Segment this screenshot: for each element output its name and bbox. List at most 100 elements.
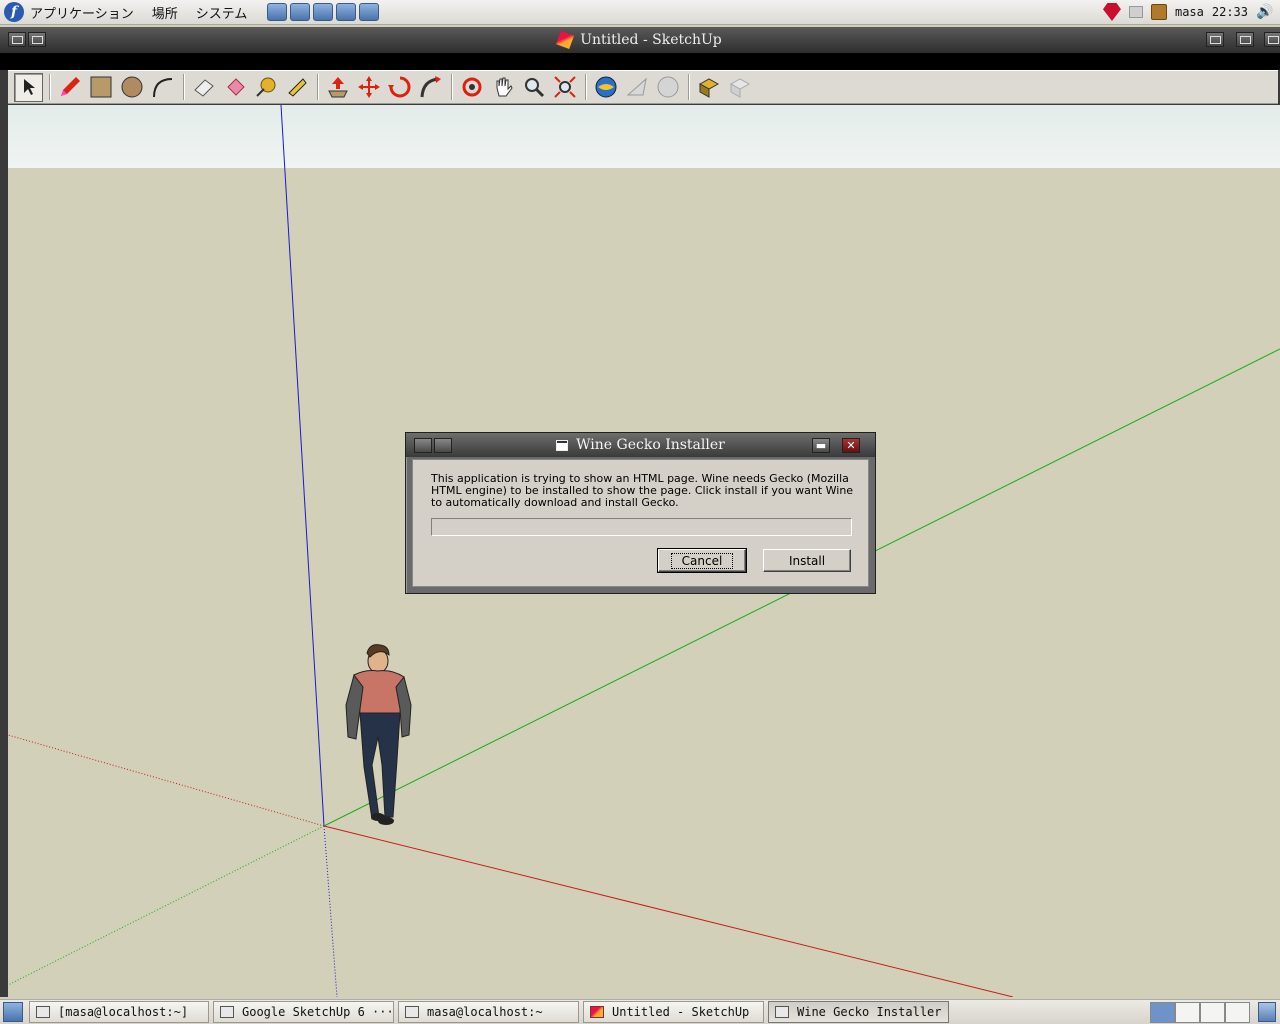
workspace-switcher (1150, 1001, 1250, 1023)
dimension-tool-icon[interactable] (282, 73, 311, 102)
trash-icon[interactable] (1258, 1002, 1276, 1022)
task-terminal-2[interactable]: masa@localhost:~ (398, 1001, 579, 1023)
window-titlebar[interactable]: Untitled - SketchUp (0, 27, 1280, 53)
toolbar-separator (451, 74, 453, 100)
components-icon[interactable] (694, 73, 723, 102)
share-component-icon[interactable] (653, 73, 682, 102)
toolbar-separator (317, 74, 319, 100)
get-models-icon[interactable] (591, 73, 620, 102)
window-shade-button[interactable] (28, 32, 46, 47)
scale-figure-person[interactable] (345, 644, 412, 825)
push-pull-tool-icon[interactable] (323, 73, 352, 102)
move-tool-icon[interactable] (354, 73, 383, 102)
show-desktop-icon[interactable] (3, 1002, 23, 1022)
mail-launcher-icon[interactable] (290, 3, 311, 21)
paint-bucket-tool-icon[interactable] (220, 73, 249, 102)
workspace-4[interactable] (1225, 1001, 1250, 1023)
dialog-close-button[interactable]: ✕ (842, 438, 860, 453)
rectangle-tool-icon[interactable] (86, 73, 115, 102)
browser-launcher-icon[interactable] (267, 3, 288, 21)
toolbar-separator (49, 74, 51, 100)
main-toolbar (8, 70, 1278, 104)
task-gecko-installer[interactable]: Wine Gecko Installer (768, 1001, 949, 1023)
volume-icon[interactable]: 🔊 (1256, 4, 1274, 20)
window-maximize-button[interactable] (1236, 32, 1254, 47)
circle-tool-icon[interactable] (117, 73, 146, 102)
cancel-label: Cancel (670, 552, 734, 569)
green-axis-negative (8, 825, 325, 986)
toolbar-separator (585, 74, 587, 100)
task-label: Untitled - SketchUp (612, 1005, 750, 1019)
arc-tool-icon[interactable] (148, 73, 177, 102)
select-tool-icon[interactable] (14, 72, 43, 102)
install-button[interactable]: Install (763, 549, 851, 572)
red-axis-line (323, 825, 1014, 997)
follow-me-tool-icon[interactable] (416, 73, 445, 102)
presentation-launcher-icon[interactable] (336, 3, 357, 21)
workspace-2[interactable] (1175, 1001, 1200, 1023)
toolbar-separator (688, 74, 690, 100)
drawing-launcher-icon[interactable] (359, 3, 380, 21)
task-label: [masa@localhost:~] (58, 1005, 189, 1019)
blue-axis-negative (323, 825, 338, 997)
install-label: Install (788, 553, 826, 568)
window-icon (220, 1006, 234, 1018)
window-icon (775, 1006, 789, 1018)
rotate-tool-icon[interactable] (385, 73, 414, 102)
window-minimize-button[interactable] (1206, 32, 1224, 47)
window-menu-button[interactable] (8, 32, 26, 47)
panel-clock[interactable]: 22:33 (1212, 5, 1248, 19)
tape-measure-tool-icon[interactable] (251, 73, 280, 102)
menu-places[interactable]: 場所 (152, 3, 178, 22)
bottom-taskbar: [masa@localhost:~] Google SketchUp 6 ···… (0, 999, 1280, 1024)
menu-system[interactable]: システム (196, 3, 248, 22)
keyboard-icon[interactable] (1128, 6, 1143, 18)
task-sketchup-installer[interactable]: Google SketchUp 6 ··· (213, 1001, 394, 1023)
eraser-tool-icon[interactable] (189, 73, 218, 102)
pencil-tool-icon[interactable] (55, 73, 84, 102)
task-terminal-1[interactable]: [masa@localhost:~] (29, 1001, 209, 1023)
dialog-minimize-button[interactable]: ▬ (812, 438, 830, 453)
toolbar-separator (183, 74, 185, 100)
task-label: Wine Gecko Installer (797, 1005, 942, 1019)
pan-tool-icon[interactable] (488, 73, 517, 102)
zoom-tool-icon[interactable] (519, 73, 548, 102)
ruby-icon[interactable] (1102, 3, 1121, 21)
workspace-3[interactable] (1200, 1001, 1225, 1023)
top-panel: f アプリケーション 場所 システム masa 22:33 🔊 (0, 0, 1280, 25)
panel-tray: masa 22:33 🔊 (1102, 3, 1274, 21)
menu-bar (0, 53, 1280, 70)
red-axis-negative (8, 734, 325, 827)
dialog-message: This application is trying to show an HT… (431, 472, 854, 509)
share-model-icon[interactable] (622, 73, 651, 102)
wine-gecko-dialog: Wine Gecko Installer ▬ ✕ This applicatio… (405, 432, 876, 594)
dialog-body: This application is trying to show an HT… (412, 459, 869, 587)
terminal-icon (405, 1006, 419, 1018)
panel-user[interactable]: masa (1175, 5, 1204, 19)
cancel-button[interactable]: Cancel (657, 548, 747, 573)
terminal-icon (36, 1006, 50, 1018)
panel-launchers (267, 3, 380, 21)
task-label: Google SketchUp 6 ··· (242, 1005, 394, 1019)
dialog-menu-button[interactable] (414, 438, 432, 453)
orbit-tool-icon[interactable] (457, 73, 486, 102)
warehouse-icon[interactable] (725, 73, 754, 102)
office-launcher-icon[interactable] (313, 3, 334, 21)
dialog-title: Wine Gecko Installer (576, 437, 725, 453)
download-progress-bar (431, 518, 852, 536)
sketchup-pencil-icon (590, 1006, 604, 1018)
workspace-1[interactable] (1150, 1001, 1175, 1023)
dialog-shade-button[interactable] (434, 438, 452, 453)
package-updater-icon[interactable] (1150, 4, 1167, 20)
sketchup-pencil-icon (556, 31, 575, 49)
window-title: Untitled - SketchUp (580, 32, 722, 48)
menu-applications[interactable]: アプリケーション (30, 3, 134, 22)
task-label: masa@localhost:~ (427, 1005, 543, 1019)
fedora-logo-icon[interactable]: f (4, 2, 24, 22)
window-close-button[interactable] (1264, 32, 1280, 47)
dialog-window-icon (556, 439, 569, 451)
dialog-titlebar[interactable]: Wine Gecko Installer ▬ ✕ (406, 433, 875, 457)
zoom-extents-tool-icon[interactable] (550, 73, 579, 102)
blue-axis-line (280, 105, 325, 827)
task-sketchup-window[interactable]: Untitled - SketchUp (583, 1001, 764, 1023)
